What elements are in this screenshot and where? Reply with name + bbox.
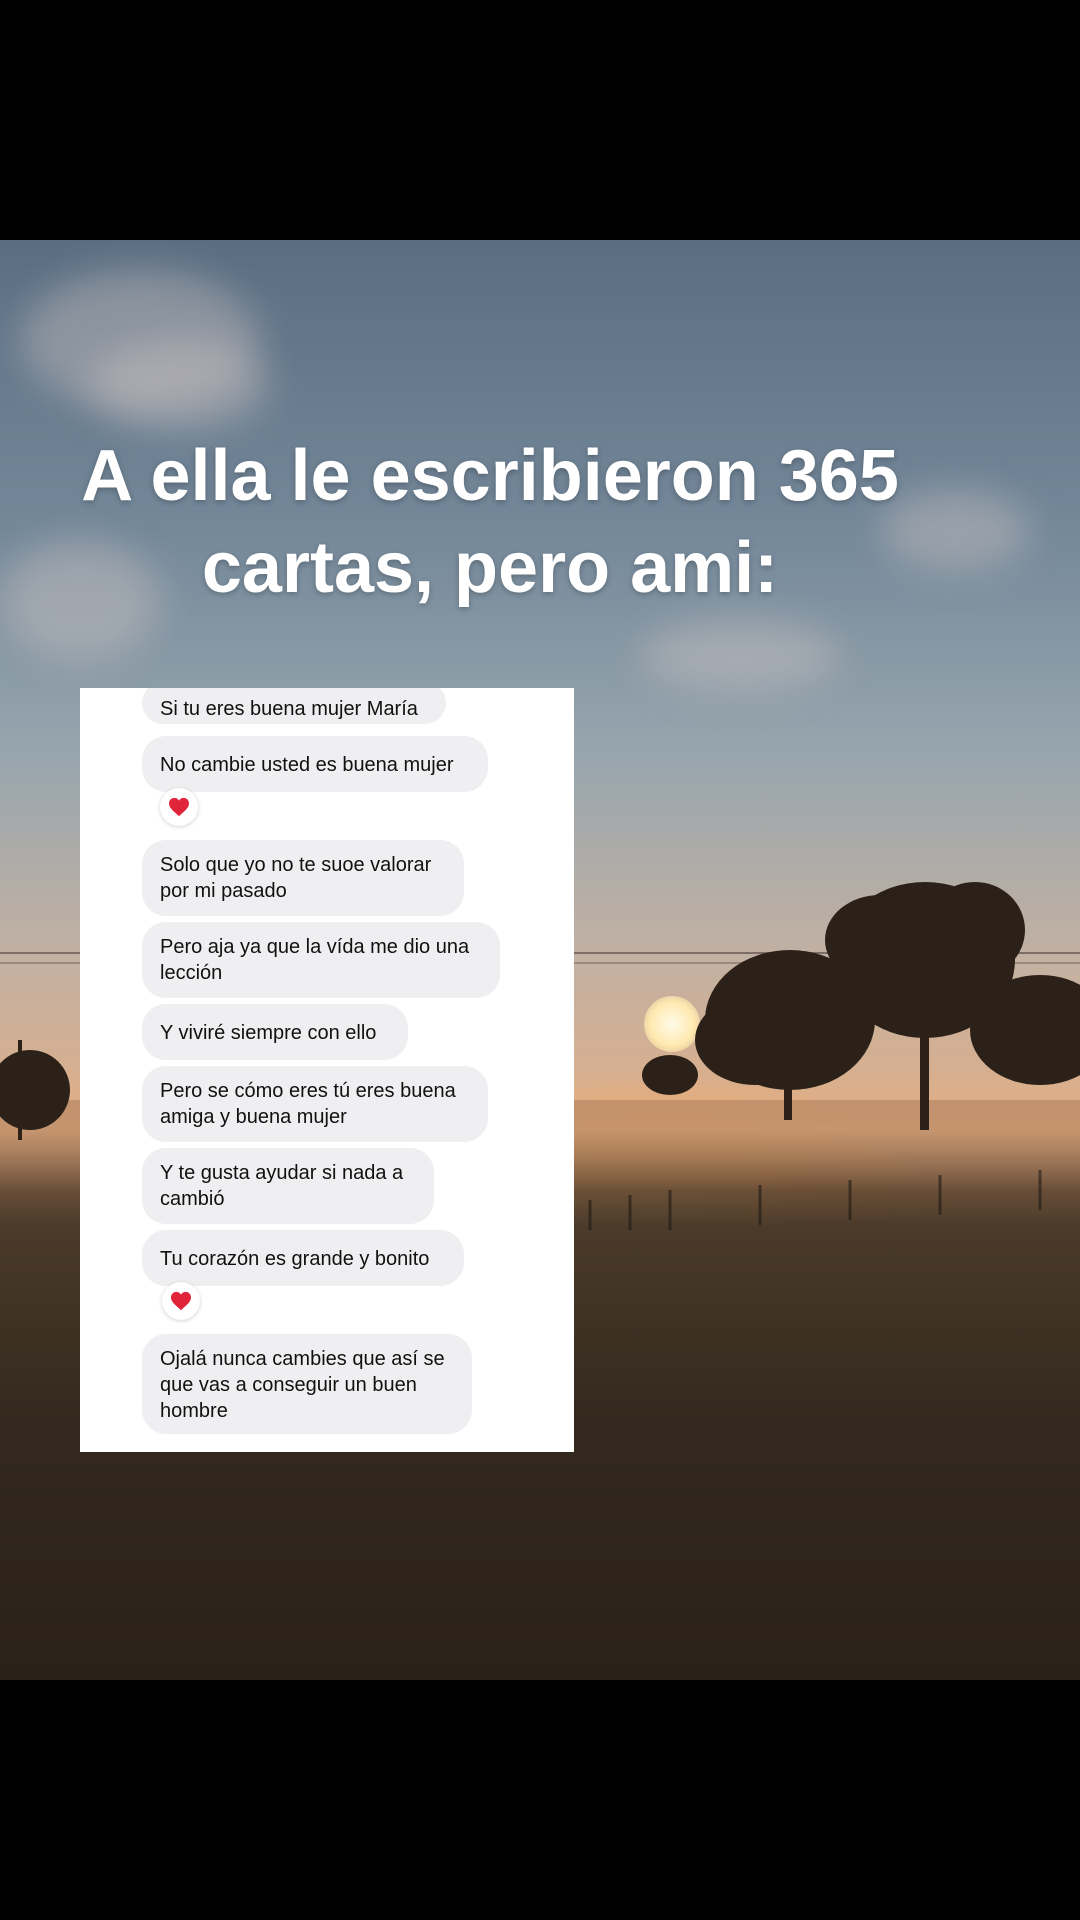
message-bubble: Tu corazón es grande y bonito [142, 1230, 464, 1286]
red-heart-icon [171, 1291, 191, 1311]
message-bubble: Pero se cómo eres tú eres buena amiga y … [142, 1066, 488, 1142]
message-text: Y te gusta ayudar si nada a cambió [160, 1162, 404, 1210]
message-text: No cambie usted es buena mujer [160, 754, 454, 776]
message-bubble: Si tu eres buena mujer María [142, 688, 446, 724]
message-text: Tu corazón es grande y bonito [160, 1248, 430, 1270]
message-bubble: Y viviré siempre con ello [142, 1004, 408, 1060]
message-bubble: Ojalá nunca cambies que así se que vas a… [142, 1334, 472, 1434]
message-text: Si tu eres buena mujer María [160, 698, 418, 720]
message-text: Solo que yo no te suoe valorar por mi pa… [160, 854, 432, 902]
headline-line-2: cartas, pero ami: [201, 528, 779, 608]
message-bubble: Solo que yo no te suoe valorar por mi pa… [142, 840, 464, 916]
message-text: Ojalá nunca cambies que así se que vas a… [160, 1348, 445, 1422]
red-heart-icon [169, 797, 189, 817]
chat-screenshot: Si tu eres buena mujer María No cambie u… [80, 688, 574, 1452]
message-bubble: No cambie usted es buena mujer [142, 736, 488, 792]
heart-reaction [160, 788, 198, 826]
heart-reaction [162, 1282, 200, 1320]
message-bubble: Pero aja ya que la vída me dio una lecci… [142, 922, 500, 998]
headline: A ella le escribieron 365 cartas, pero a… [40, 430, 940, 614]
message-text: Pero aja ya que la vída me dio una lecci… [160, 936, 470, 984]
headline-line-1: A ella le escribieron 365 [81, 436, 899, 516]
message-text: Pero se cómo eres tú eres buena amiga y … [160, 1080, 456, 1128]
message-bubble: Y te gusta ayudar si nada a cambió [142, 1148, 434, 1224]
message-text: Y viviré siempre con ello [160, 1022, 377, 1044]
